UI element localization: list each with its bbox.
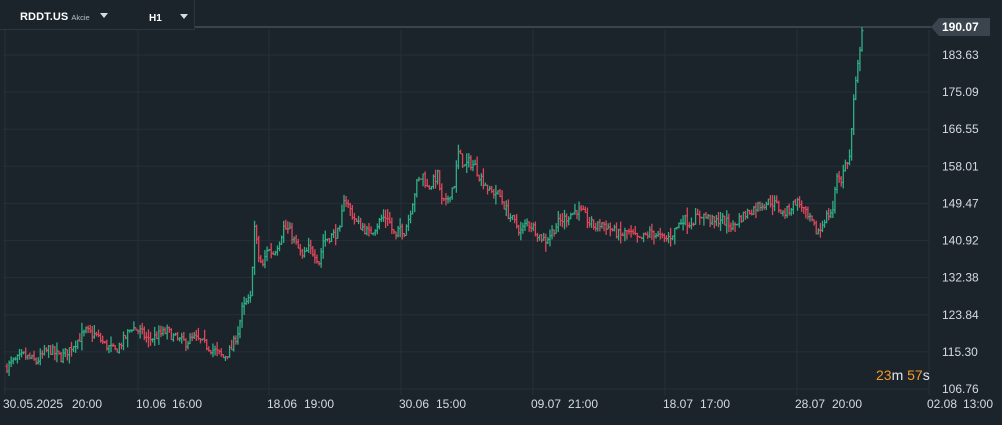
countdown-minutes-unit: m [891,367,904,383]
chevron-down-icon [179,13,188,19]
time-tick-label: 20:00 [832,397,862,411]
time-tick-label: 17:00 [700,397,730,411]
time-tick-label: 19:00 [304,397,334,411]
price-tick-label: 183.63 [942,48,979,62]
time-tick-label: 30.06 [399,397,429,411]
price-tick-label: 175.09 [942,85,979,99]
time-tick-label: 09.07 [531,397,561,411]
price-tick-label: 140.92 [942,234,979,248]
price-tick-label: 106.76 [942,382,979,396]
countdown-seconds-unit: s [922,367,930,383]
price-tick-label: 123.84 [942,308,979,322]
price-tick-label: 132.38 [942,271,979,285]
symbol-selector[interactable]: RDDT.US Akcie [20,11,108,23]
time-tick-label: 21:00 [568,397,598,411]
symbol-type: Akcie [71,13,90,22]
time-tick-label: 20:00 [72,397,102,411]
time-tick-label: 02.08 [927,397,957,411]
chart-toolbar: RDDT.US Akcie H1 [0,0,195,30]
timeframe-selector[interactable]: H1 [149,13,188,24]
time-tick-label: 16:00 [172,397,202,411]
time-tick-label: 30.05.2025 [3,397,63,411]
chevron-down-icon [99,12,108,18]
chart-background [0,0,1002,420]
price-tick-label: 166.55 [942,122,979,136]
time-tick-label: 18.07 [663,397,693,411]
chart-area[interactable]: 183.63 175.09 166.55 158.01 149.47 140.92 132.… [0,0,1002,420]
time-tick-label: 13:00 [963,397,993,411]
countdown-seconds: 57 [907,367,923,383]
price-tick-label: 158.01 [942,159,979,173]
symbol-name: RDDT.US [20,11,69,23]
time-tick-label: 18.06 [267,397,297,411]
time-tick-label: 10.06 [136,397,166,411]
countdown-minutes: 23 [876,367,892,383]
current-price-tag: 190.07 [931,18,990,36]
candle-countdown: 23m 57s [876,367,930,383]
price-tick-label: 149.47 [942,196,979,210]
time-tick-label: 28.07 [795,397,825,411]
price-tick-label: 115.30 [942,345,978,359]
price-chart[interactable]: 183.63 175.09 166.55 158.01 149.47 140.92 132.… [0,0,1002,420]
timeframe-label: H1 [149,13,162,24]
price-tag-label: 190.07 [942,20,979,34]
time-tick-label: 15:00 [436,397,466,411]
